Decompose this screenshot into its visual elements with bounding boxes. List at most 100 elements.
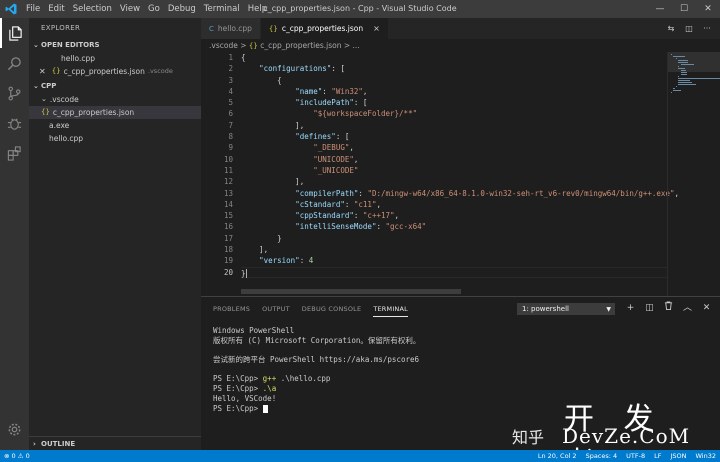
- terminal-output[interactable]: Windows PowerShell 版权所有 (C) Microsoft Cor…: [213, 326, 713, 413]
- explorer-activity[interactable]: [0, 18, 29, 48]
- menu-selection[interactable]: Selection: [69, 0, 116, 18]
- maximize-button[interactable]: ☐: [672, 0, 696, 18]
- tab-output[interactable]: OUTPUT: [262, 297, 290, 321]
- code-line[interactable]: ],: [241, 176, 667, 187]
- tab-debug-console[interactable]: DEBUG CONSOLE: [302, 297, 362, 321]
- file-item-cpp[interactable]: hello.cpp: [29, 132, 201, 145]
- code-line[interactable]: "name": "Win32",: [241, 86, 667, 97]
- maximize-panel-icon[interactable]: ︿: [678, 301, 697, 315]
- menu-terminal[interactable]: Terminal: [200, 0, 244, 18]
- eol-status[interactable]: LF: [654, 450, 661, 462]
- split-editor-icon[interactable]: ◫: [680, 24, 698, 33]
- manage-activity[interactable]: [0, 414, 29, 444]
- chevron-down-icon: ⌄: [41, 95, 47, 103]
- tab-problems[interactable]: PROBLEMS: [213, 297, 250, 321]
- bottom-panel: PROBLEMS OUTPUT DEBUG CONSOLE TERMINAL 1…: [201, 296, 720, 450]
- file-item-label: hello.cpp: [49, 134, 84, 143]
- code-area[interactable]: { "configurations": [ { "name": "Win32",…: [241, 52, 679, 279]
- kill-terminal-icon[interactable]: [659, 301, 678, 315]
- code-line[interactable]: "UNICODE",: [241, 154, 667, 165]
- menu-edit[interactable]: Edit: [44, 0, 68, 18]
- debug-activity[interactable]: [0, 108, 29, 138]
- minimap-slider[interactable]: [668, 52, 720, 72]
- extensions-activity[interactable]: [0, 138, 29, 168]
- terminal-cursor: [262, 404, 268, 413]
- source-control-activity[interactable]: [0, 78, 29, 108]
- code-editor[interactable]: 1 2 3 4 5 6 7 8 9 10 11 12 13 14 15 16 17 18 19 20 { "confi…: [201, 52, 720, 296]
- code-line[interactable]: }: [241, 233, 667, 244]
- indentation-status[interactable]: Spaces: 4: [586, 450, 618, 462]
- code-line[interactable]: "configurations": [: [241, 63, 667, 74]
- new-terminal-icon[interactable]: +: [621, 301, 640, 315]
- cursor-position[interactable]: Ln 20, Col 2: [538, 450, 577, 462]
- breadcrumb-file[interactable]: c_cpp_properties.json: [260, 41, 341, 50]
- code-line[interactable]: "${workspaceFolder}/**": [241, 108, 667, 119]
- open-changes-icon[interactable]: ⇆: [662, 24, 680, 33]
- tab-terminal[interactable]: TERMINAL: [373, 302, 408, 317]
- code-line[interactable]: "cppStandard": "c++17",: [241, 210, 667, 221]
- file-item-json[interactable]: {} c_cpp_properties.json: [29, 106, 201, 119]
- code-line[interactable]: "version": 4: [241, 255, 667, 266]
- line-number: 11: [223, 165, 233, 175]
- menu-debug[interactable]: Debug: [164, 0, 200, 18]
- language-status[interactable]: JSON: [670, 450, 686, 462]
- line-number: 4: [228, 86, 233, 96]
- menu-view[interactable]: View: [116, 0, 144, 18]
- minimap-line: [678, 60, 688, 61]
- code-line[interactable]: "_DEBUG",: [241, 142, 667, 153]
- code-line[interactable]: ],: [241, 244, 667, 255]
- minimap-line: [678, 80, 690, 81]
- line-number: 16: [223, 222, 233, 232]
- minimap-line: [678, 78, 720, 79]
- code-line[interactable]: ],: [241, 120, 667, 131]
- tab-hello-cpp[interactable]: C hello.cpp: [201, 18, 261, 39]
- search-activity[interactable]: [0, 48, 29, 78]
- tab-c-cpp-properties[interactable]: {} c_cpp_properties.json ×: [260, 18, 389, 39]
- code-line[interactable]: "intelliSenseMode": "gcc-x64": [241, 221, 667, 232]
- code-line[interactable]: {: [241, 52, 667, 63]
- code-line[interactable]: "defines": [: [241, 131, 667, 142]
- minimize-button[interactable]: —: [648, 0, 672, 18]
- split-terminal-icon[interactable]: ◫: [640, 301, 659, 315]
- horizontal-scrollbar[interactable]: [241, 289, 461, 294]
- terminal-line: 尝试新的跨平台 PowerShell https://aka.ms/pscore…: [213, 355, 420, 365]
- menu-help[interactable]: Help: [244, 0, 271, 18]
- code-line[interactable]: {: [241, 75, 667, 86]
- breadcrumb-tail[interactable]: > ...: [344, 41, 360, 50]
- encoding-status[interactable]: UTF-8: [626, 450, 645, 462]
- terminal-select[interactable]: 1: powershell ▼: [517, 303, 615, 315]
- minimap-line: [678, 66, 680, 67]
- file-item-exe[interactable]: a.exe: [29, 119, 201, 132]
- minimap[interactable]: [667, 52, 720, 296]
- code-line[interactable]: "cStandard": "c11",: [241, 199, 667, 210]
- close-editor-icon[interactable]: ✕: [39, 65, 46, 78]
- code-line[interactable]: "includePath": [: [241, 97, 667, 108]
- menu-file[interactable]: File: [22, 0, 44, 18]
- close-panel-icon[interactable]: ✕: [697, 301, 716, 315]
- problems-status[interactable]: ⊗ 0 ⚠ 0: [4, 450, 30, 462]
- outline-header[interactable]: › OUTLINE: [29, 437, 201, 450]
- breadcrumb-folder[interactable]: .vscode: [209, 41, 238, 50]
- outline-section[interactable]: › OUTLINE: [29, 436, 201, 450]
- configuration-status[interactable]: Win32: [696, 450, 716, 462]
- code-line[interactable]: }: [241, 266, 667, 279]
- open-editor-item[interactable]: ✕ {} c_cpp_properties.json .vscode: [29, 65, 201, 78]
- file-item-label: c_cpp_properties.json: [52, 108, 135, 117]
- menu-go[interactable]: Go: [144, 0, 164, 18]
- close-window-button[interactable]: ✕: [696, 0, 720, 18]
- line-number: 5: [228, 98, 233, 108]
- close-tab-icon[interactable]: ×: [373, 24, 380, 33]
- folder-item[interactable]: ⌄ .vscode: [29, 93, 201, 106]
- open-editor-item-label: c_cpp_properties.json: [63, 67, 145, 76]
- debug-icon: [7, 117, 22, 130]
- window-controls: — ☐ ✕: [648, 0, 720, 18]
- code-line[interactable]: "_UNICODE": [241, 165, 667, 176]
- open-editors-header[interactable]: ⌄ OPEN EDITORS: [29, 38, 201, 52]
- line-number: 14: [223, 199, 233, 209]
- line-number: 18: [223, 245, 233, 255]
- open-editor-item[interactable]: hello.cpp: [29, 52, 201, 65]
- code-line[interactable]: "compilerPath": "D:/mingw-w64/x86_64-8.1…: [241, 188, 679, 199]
- project-header[interactable]: ⌄ CPP: [29, 79, 201, 93]
- chevron-down-icon: ⌄: [33, 41, 39, 49]
- more-actions-icon[interactable]: ···: [698, 24, 716, 33]
